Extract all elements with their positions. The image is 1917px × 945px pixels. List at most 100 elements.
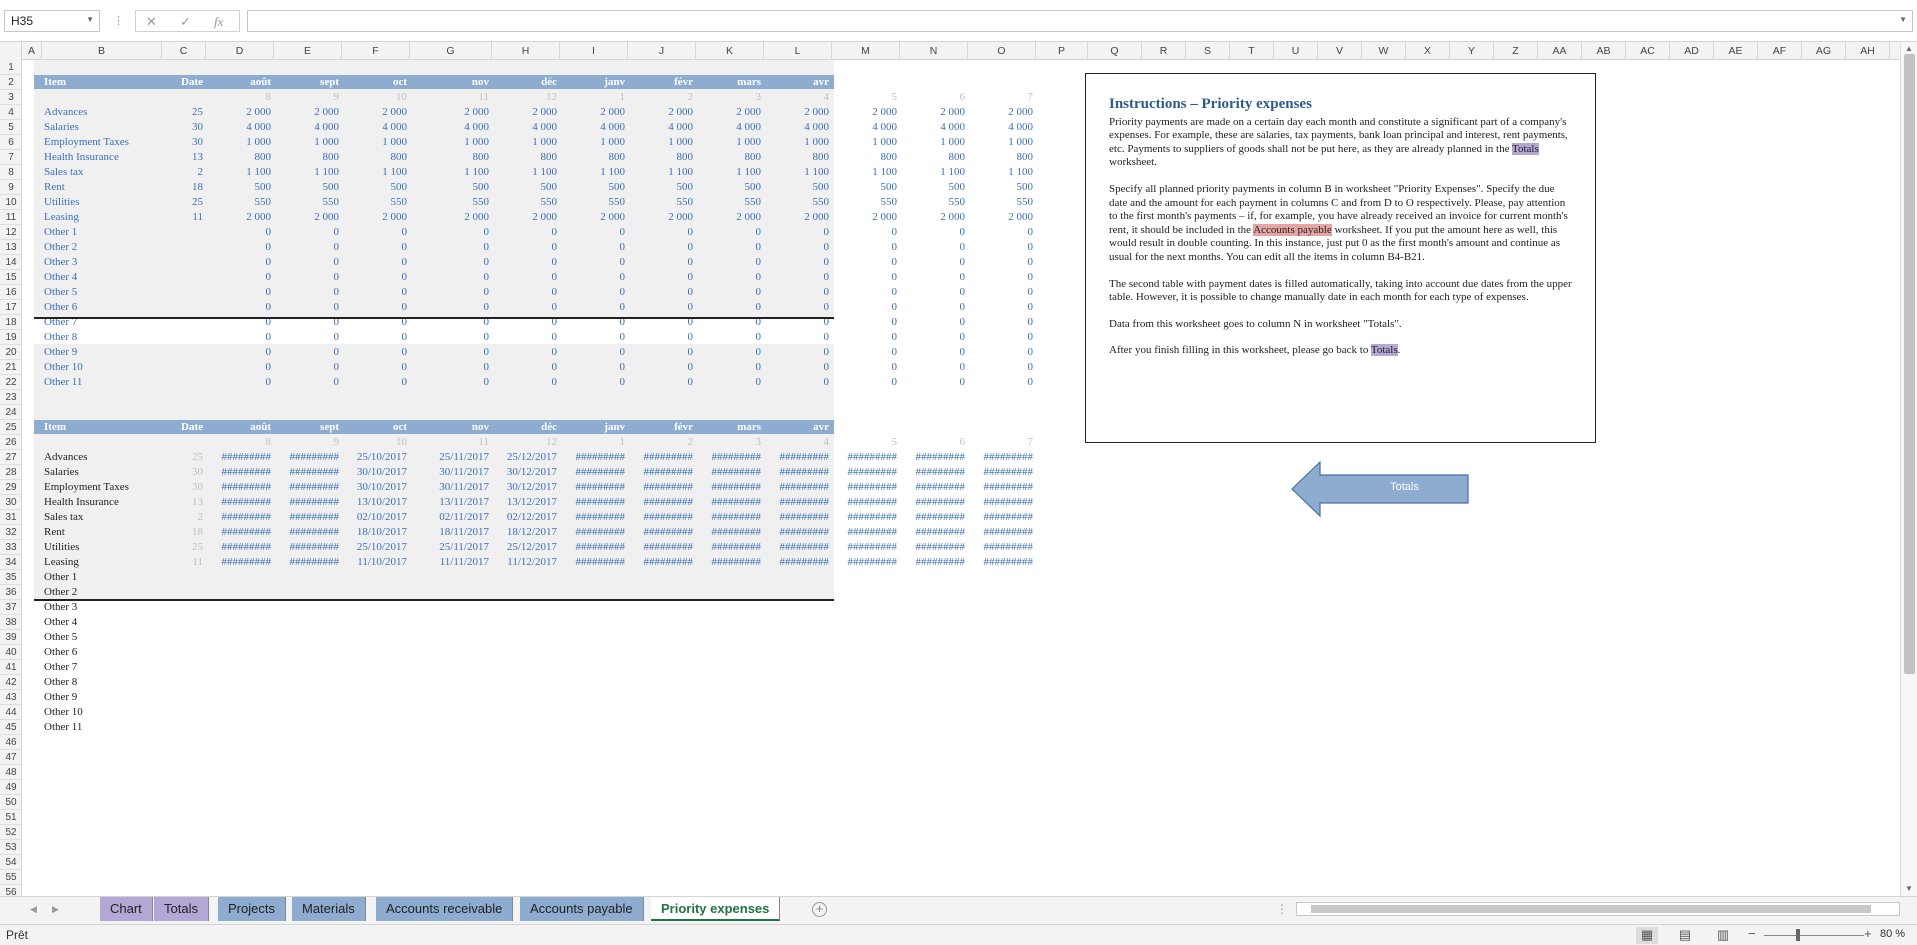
- value-cell[interactable]: 0: [410, 375, 490, 390]
- header-month[interactable]: janv: [560, 75, 625, 90]
- value-cell[interactable]: [696, 645, 761, 660]
- column-header-n[interactable]: N: [900, 42, 968, 60]
- value-cell[interactable]: [968, 630, 1033, 645]
- header-month[interactable]: févr: [628, 75, 693, 90]
- value-cell[interactable]: [696, 690, 761, 705]
- month-number[interactable]: 2: [628, 90, 694, 105]
- totals-arrow-label[interactable]: Totals: [1342, 480, 1467, 494]
- value-cell[interactable]: 0: [764, 345, 830, 360]
- value-cell[interactable]: 1 100: [410, 165, 489, 180]
- value-cell[interactable]: #########: [900, 525, 966, 540]
- value-cell[interactable]: 0: [274, 345, 340, 360]
- month-number[interactable]: 5: [832, 90, 898, 105]
- value-cell[interactable]: [410, 675, 489, 690]
- vertical-scrollbar[interactable]: ▲ ▼: [1900, 42, 1917, 896]
- value-cell[interactable]: [492, 720, 557, 735]
- item-cell[interactable]: Other 10: [44, 705, 161, 720]
- value-cell[interactable]: 4 000: [764, 120, 829, 135]
- value-cell[interactable]: 0: [492, 300, 558, 315]
- item-cell[interactable]: Other 6: [44, 300, 161, 315]
- date-cell[interactable]: [162, 345, 203, 360]
- value-cell[interactable]: [832, 615, 897, 630]
- expand-formula-icon[interactable]: ▼: [1899, 15, 1907, 24]
- date-cell[interactable]: 13: [162, 495, 203, 510]
- page-break-icon[interactable]: ▥: [1712, 927, 1734, 944]
- column-header-af[interactable]: AF: [1758, 42, 1802, 60]
- header-month[interactable]: nov: [410, 420, 489, 435]
- header-month[interactable]: mai: [832, 75, 897, 90]
- value-cell[interactable]: [764, 705, 829, 720]
- column-header-u[interactable]: U: [1274, 42, 1318, 60]
- cancel-icon[interactable]: ✕: [146, 14, 157, 30]
- value-cell[interactable]: 0: [274, 240, 340, 255]
- value-cell[interactable]: 0: [900, 270, 966, 285]
- value-cell[interactable]: #########: [560, 465, 626, 480]
- value-cell[interactable]: [832, 675, 897, 690]
- header-month[interactable]: nov: [410, 75, 489, 90]
- item-cell[interactable]: Other 2: [44, 240, 161, 255]
- value-cell[interactable]: 550: [968, 195, 1034, 210]
- value-cell[interactable]: 4 000: [628, 120, 693, 135]
- value-cell[interactable]: 0: [628, 255, 694, 270]
- value-cell[interactable]: [764, 600, 829, 615]
- value-cell[interactable]: [628, 600, 693, 615]
- value-cell[interactable]: #########: [968, 495, 1034, 510]
- value-cell[interactable]: 800: [274, 150, 340, 165]
- value-cell[interactable]: #########: [832, 450, 898, 465]
- value-cell[interactable]: 500: [764, 180, 830, 195]
- value-cell[interactable]: #########: [628, 525, 694, 540]
- zoom-level[interactable]: 80 %: [1880, 928, 1905, 940]
- value-cell[interactable]: 550: [696, 195, 762, 210]
- value-cell[interactable]: [560, 615, 625, 630]
- value-cell[interactable]: 0: [696, 300, 762, 315]
- value-cell[interactable]: 2 000: [342, 210, 407, 225]
- value-cell[interactable]: [206, 705, 271, 720]
- value-cell[interactable]: 30/11/2017: [410, 465, 489, 480]
- value-cell[interactable]: 1 000: [968, 135, 1033, 150]
- date-cell[interactable]: [162, 705, 203, 720]
- value-cell[interactable]: #########: [628, 510, 694, 525]
- row-header-21[interactable]: 21: [0, 360, 21, 375]
- value-cell[interactable]: 500: [492, 180, 558, 195]
- value-cell[interactable]: 0: [832, 240, 898, 255]
- value-cell[interactable]: 1 100: [560, 165, 625, 180]
- value-cell[interactable]: [900, 615, 965, 630]
- value-cell[interactable]: 500: [274, 180, 340, 195]
- value-cell[interactable]: 500: [342, 180, 408, 195]
- value-cell[interactable]: #########: [206, 480, 272, 495]
- value-cell[interactable]: 0: [628, 285, 694, 300]
- value-cell[interactable]: 550: [560, 195, 626, 210]
- value-cell[interactable]: #########: [696, 495, 762, 510]
- date-cell[interactable]: 25: [162, 105, 203, 120]
- column-header-y[interactable]: Y: [1450, 42, 1494, 60]
- value-cell[interactable]: [560, 585, 625, 600]
- value-cell[interactable]: #########: [764, 450, 830, 465]
- value-cell[interactable]: #########: [206, 465, 272, 480]
- value-cell[interactable]: 0: [274, 255, 340, 270]
- value-cell[interactable]: 0: [560, 270, 626, 285]
- date-cell[interactable]: 18: [162, 525, 203, 540]
- value-cell[interactable]: [560, 675, 625, 690]
- value-cell[interactable]: #########: [764, 465, 830, 480]
- value-cell[interactable]: 2 000: [628, 210, 693, 225]
- value-cell[interactable]: 0: [342, 270, 408, 285]
- item-cell[interactable]: Health Insurance: [44, 150, 161, 165]
- item-cell[interactable]: Leasing: [44, 555, 161, 570]
- column-header-a[interactable]: A: [22, 42, 42, 60]
- value-cell[interactable]: 0: [832, 315, 898, 330]
- value-cell[interactable]: [410, 600, 489, 615]
- value-cell[interactable]: 0: [900, 375, 966, 390]
- row-header-37[interactable]: 37: [0, 600, 21, 615]
- row-header-38[interactable]: 38: [0, 615, 21, 630]
- value-cell[interactable]: 0: [206, 360, 272, 375]
- row-header-1[interactable]: 1: [0, 60, 21, 75]
- value-cell[interactable]: #########: [968, 510, 1034, 525]
- row-header-32[interactable]: 32: [0, 525, 21, 540]
- value-cell[interactable]: 0: [968, 240, 1034, 255]
- value-cell[interactable]: [628, 720, 693, 735]
- date-cell[interactable]: [162, 270, 203, 285]
- value-cell[interactable]: 2 000: [628, 105, 693, 120]
- value-cell[interactable]: [696, 660, 761, 675]
- value-cell[interactable]: 0: [832, 375, 898, 390]
- column-header-ag[interactable]: AG: [1802, 42, 1846, 60]
